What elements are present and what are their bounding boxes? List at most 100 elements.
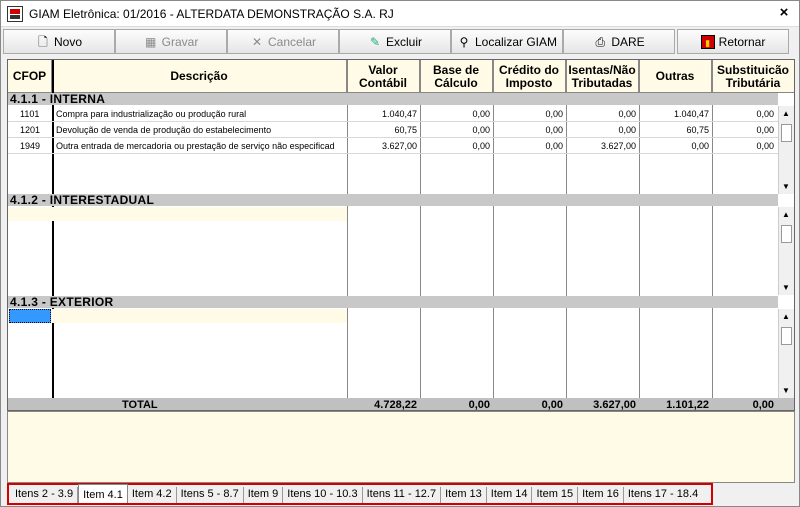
table-row[interactable]: 1949 Outra entrada de mercadoria ou pres… — [8, 138, 778, 154]
total-credito: 0,00 — [541, 399, 563, 411]
cell-isentas: 0,00 — [618, 109, 636, 119]
col-credito-imposto: Crédito do Imposto — [493, 60, 566, 93]
col-cfop: CFOP — [8, 60, 52, 93]
cell-base-calculo: 0,00 — [472, 109, 490, 119]
col-substituicao: Substituicão Tributária — [716, 62, 789, 90]
title-bar: GIAM Eletrônica: 01/2016 - ALTERDATA DEM… — [1, 1, 799, 27]
col-descricao: Descrição — [52, 60, 347, 93]
cell-substituicao: 0,00 — [756, 141, 774, 151]
cell-descricao: Compra para industrialização ou produção… — [56, 109, 247, 119]
novo-label: Novo — [53, 34, 82, 49]
scrollbar-interna[interactable]: ▲ ▼ — [778, 106, 794, 194]
scroll-up-icon[interactable]: ▲ — [782, 109, 790, 118]
save-icon: ▦ — [144, 34, 157, 49]
cancelar-button[interactable]: ✕ Cancelar — [227, 29, 339, 54]
cell-cfop: 1201 — [20, 125, 41, 135]
total-base-calculo: 0,00 — [468, 399, 490, 411]
cell-substituicao: 0,00 — [756, 125, 774, 135]
new-row-interestadual[interactable] — [8, 207, 347, 221]
scroll-thumb[interactable] — [781, 225, 792, 243]
tab-item-4-2[interactable]: Item 4.2 — [128, 487, 177, 503]
total-row: TOTAL 4.728,22 0,00 0,00 3.627,00 1.101,… — [8, 398, 794, 411]
giam-grid: CFOP Descrição Valor Contábil Base de Cá… — [7, 59, 795, 411]
cell-cfop: 1949 — [20, 141, 41, 151]
cell-base-calculo: 0,00 — [472, 141, 490, 151]
scroll-thumb[interactable] — [781, 124, 792, 142]
new-row-exterior[interactable] — [8, 309, 347, 323]
scroll-down-icon[interactable]: ▼ — [782, 182, 790, 191]
table-row[interactable]: 1201 Devolução de venda de produção do e… — [8, 122, 778, 138]
giam-window: GIAM Eletrônica: 01/2016 - ALTERDATA DEM… — [0, 0, 800, 507]
total-substituicao: 0,00 — [752, 399, 774, 411]
total-valor-contabil: 4.728,22 — [374, 399, 417, 411]
exit-door-icon: ▮ — [700, 34, 715, 49]
observations-memo[interactable] — [7, 411, 795, 483]
cell-descricao: Outra entrada de mercadoria ou prestação… — [56, 141, 335, 151]
print-icon: ⎙ — [595, 34, 606, 49]
col-isentas: Isentas/Não Tributadas — [566, 60, 639, 93]
grid-header: CFOP Descrição Valor Contábil Base de Cá… — [8, 60, 794, 93]
scroll-down-icon[interactable]: ▼ — [782, 386, 790, 395]
localizar-label: Localizar GIAM — [474, 34, 558, 49]
tab-itens-5-8-7[interactable]: Itens 5 - 8.7 — [177, 487, 244, 503]
tab-itens-17-18-4[interactable]: Itens 17 - 18.4 — [624, 487, 702, 503]
scrollbar-exterior[interactable]: ▲ ▼ — [778, 309, 794, 398]
gravar-label: Gravar — [161, 34, 199, 49]
col-valor-contabil: Valor Contábil — [347, 60, 420, 93]
tab-item-4-1[interactable]: Item 4.1 — [78, 484, 128, 503]
novo-button[interactable]: 🗋 Novo — [3, 29, 115, 54]
cell-valor-contabil: 3.627,00 — [381, 141, 417, 151]
tab-strip: Itens 2 - 3.9 Item 4.1 Item 4.2 Itens 5 … — [7, 483, 713, 505]
toolbar: 🗋 Novo ▦ Gravar ✕ Cancelar ✎ Excluir ⚲ L… — [3, 29, 797, 55]
retornar-label: Retornar — [718, 34, 766, 49]
section-interestadual-label: 4.1.2 - INTERESTADUAL — [10, 193, 155, 207]
delete-icon: ✎ — [369, 34, 381, 49]
total-outras: 1.101,22 — [666, 399, 709, 411]
cell-cfop: 1101 — [20, 109, 40, 119]
selected-cfop-cell[interactable] — [9, 309, 51, 323]
scroll-down-icon[interactable]: ▼ — [782, 283, 790, 292]
cancelar-label: Cancelar — [267, 34, 317, 49]
scroll-thumb[interactable] — [781, 327, 792, 345]
tab-item-16[interactable]: Item 16 — [578, 487, 624, 503]
tab-itens-10-10-3[interactable]: Itens 10 - 10.3 — [283, 487, 363, 503]
scroll-up-icon[interactable]: ▲ — [782, 312, 790, 321]
table-row[interactable]: 1101 Compra para industrialização ou pro… — [8, 106, 778, 122]
cell-outras: 0,00 — [691, 141, 709, 151]
cell-credito: 0,00 — [545, 141, 563, 151]
cell-credito: 0,00 — [545, 109, 563, 119]
dare-button[interactable]: ⎙ DARE — [563, 29, 675, 54]
retornar-button[interactable]: ▮ Retornar — [677, 29, 789, 54]
close-icon[interactable]: × — [775, 4, 793, 22]
excluir-label: Excluir — [385, 34, 422, 49]
window-title: GIAM Eletrônica: 01/2016 - ALTERDATA DEM… — [29, 7, 394, 21]
cell-credito: 0,00 — [545, 125, 563, 135]
total-label: TOTAL — [122, 399, 158, 411]
cell-valor-contabil: 60,75 — [394, 125, 417, 135]
section-exterior-label: 4.1.3 - EXTERIOR — [10, 295, 114, 309]
tab-itens-2-3-9[interactable]: Itens 2 - 3.9 — [11, 487, 79, 503]
col-base-calculo: Base de Cálculo — [420, 60, 493, 93]
tab-item-13[interactable]: Item 13 — [441, 487, 487, 503]
new-document-icon: 🗋 — [38, 34, 48, 49]
tab-item-14[interactable]: Item 14 — [487, 487, 533, 503]
tab-item-9[interactable]: Item 9 — [244, 487, 284, 503]
col-outras: Outras — [639, 60, 712, 93]
cell-base-calculo: 0,00 — [472, 125, 490, 135]
excluir-button[interactable]: ✎ Excluir — [339, 29, 451, 54]
section-bar-exterior — [8, 296, 778, 308]
scrollbar-interestadual[interactable]: ▲ ▼ — [778, 207, 794, 295]
cell-substituicao: 0,00 — [756, 109, 774, 119]
tab-item-15[interactable]: Item 15 — [532, 487, 579, 503]
tab-itens-11-12-7[interactable]: Itens 11 - 12.7 — [363, 487, 442, 503]
localizar-giam-button[interactable]: ⚲ Localizar GIAM — [451, 29, 563, 54]
total-isentas: 3.627,00 — [593, 399, 636, 411]
scroll-up-icon[interactable]: ▲ — [782, 210, 790, 219]
section-bar-interna — [8, 93, 778, 105]
cell-valor-contabil: 1.040,47 — [381, 109, 417, 119]
cancel-x-icon: ✕ — [251, 34, 263, 49]
cell-isentas: 3.627,00 — [600, 141, 636, 151]
search-icon: ⚲ — [459, 34, 469, 49]
giam-app-icon — [7, 6, 23, 22]
gravar-button[interactable]: ▦ Gravar — [115, 29, 227, 54]
